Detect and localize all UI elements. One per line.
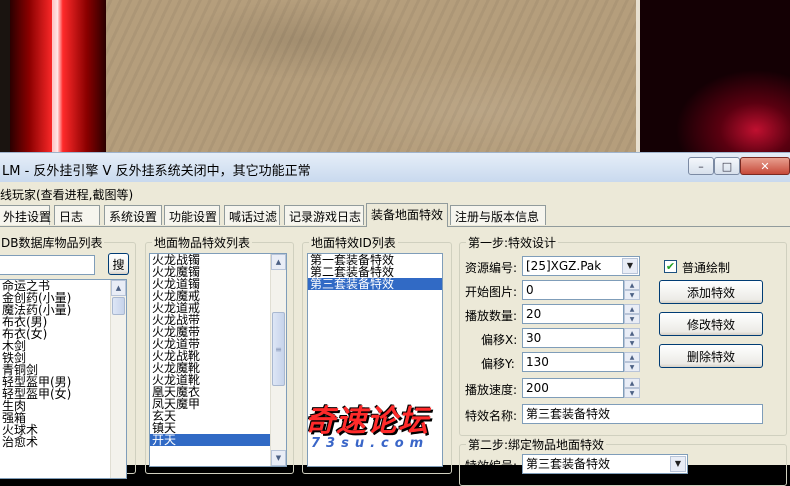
ground-items-group: 地面物品特效列表 火龙战镯 火龙魔镯 火龙道镯 火龙魔戒 火龙道戒 火龙战带 火龙魔带 火龙道… xyxy=(145,234,294,474)
normal-draw-label: 普通绘制 xyxy=(682,261,731,275)
scroll-down-button[interactable]: ▼ xyxy=(271,450,286,466)
step2-group: 第二步:绑定物品地面特效 特效编号: 第三套装备特效 ▼ xyxy=(459,436,787,486)
tab-game-log[interactable]: 记录游戏日志 xyxy=(284,205,364,225)
maximize-icon: □ xyxy=(721,159,733,173)
db-items-group: DB数据库物品列表 搜 命运之书 金创药(小量) 魔法药(小量) 布衣(男) 布衣(女)… xyxy=(0,234,136,479)
start-image-spinner[interactable]: ▲ ▼ xyxy=(624,280,640,300)
spin-down-icon[interactable]: ▼ xyxy=(624,338,640,348)
spin-down-icon[interactable]: ▼ xyxy=(624,362,640,372)
tab-register-version[interactable]: 注册与版本信息 xyxy=(450,205,546,225)
offset-x-label: 偏移X: xyxy=(481,333,518,347)
title-bar[interactable]: LM - 反外挂引擎 V 反外挂系统关闭中，其它功能正常 – □ ✕ xyxy=(0,152,790,182)
tab-strip: 外挂设置 日志 系统设置 功能设置 喊话过滤 记录游戏日志 装备地面特效 注册与… xyxy=(0,203,790,227)
chevron-down-icon: ▼ xyxy=(674,459,682,468)
fire-pillar-core xyxy=(52,0,58,152)
spin-up-icon[interactable]: ▲ xyxy=(624,378,640,388)
db-search-button[interactable]: 搜 xyxy=(108,253,129,275)
list-item[interactable]: 开天 xyxy=(150,434,286,446)
minimize-icon: – xyxy=(698,159,704,173)
effect-id-value: 第三套装备特效 xyxy=(526,457,611,471)
normal-draw-checkbox[interactable]: ✔ xyxy=(664,260,677,273)
tab-ground-effects[interactable]: 装备地面特效 xyxy=(366,203,448,227)
menu-bar: 线玩家(查看进程,截图等) xyxy=(0,183,790,203)
game-left-shadow xyxy=(0,0,10,152)
start-image-label: 开始图片: xyxy=(465,285,518,299)
watermark-logo: 奇速论坛 73su.com xyxy=(305,396,495,466)
effect-name-field[interactable]: 第三套装备特效 xyxy=(522,404,763,424)
ground-items-title: 地面物品特效列表 xyxy=(152,234,253,251)
offset-y-field[interactable]: 130 xyxy=(522,352,624,372)
chevron-up-icon: ▲ xyxy=(275,258,282,266)
close-button[interactable]: ✕ xyxy=(740,157,790,175)
resource-select[interactable]: [25]XGZ.Pak ▼ xyxy=(522,256,640,276)
effect-id-dropdown-button[interactable]: ▼ xyxy=(670,456,686,472)
grip-icon: ≡ xyxy=(275,344,282,354)
close-icon: ✕ xyxy=(760,159,770,173)
offset-y-spinner[interactable]: ▲ ▼ xyxy=(624,352,640,372)
spin-down-icon[interactable]: ▼ xyxy=(624,388,640,398)
minimize-button[interactable]: – xyxy=(688,157,714,175)
game-right-edge xyxy=(636,0,640,152)
game-right-glow xyxy=(636,0,790,152)
scroll-thumb[interactable] xyxy=(112,297,125,315)
db-items-scrollbar[interactable]: ▲ xyxy=(110,280,126,478)
offset-y-label: 偏移Y: xyxy=(481,357,515,371)
play-speed-spinner[interactable]: ▲ ▼ xyxy=(624,378,640,398)
ground-items-container: 火龙战镯 火龙魔镯 火龙道镯 火龙魔戒 火龙道戒 火龙战带 火龙魔带 火龙道带 火龙战靴 火龙魔靴… xyxy=(150,254,286,446)
play-count-spinner[interactable]: ▲ ▼ xyxy=(624,304,640,324)
ground-items-list[interactable]: 火龙战镯 火龙魔镯 火龙道镯 火龙魔戒 火龙道戒 火龙战带 火龙魔带 火龙道带 火龙战靴 火龙魔靴… xyxy=(149,253,287,467)
tab-system-settings[interactable]: 系统设置 xyxy=(104,205,162,225)
step1-group: 第一步:特效设计 资源编号: [25]XGZ.Pak ▼ 开始图片: 0 ▲ ▼ … xyxy=(459,234,787,436)
tab-log[interactable]: 日志 xyxy=(54,205,100,225)
offset-x-field[interactable]: 30 xyxy=(522,328,624,348)
game-scene xyxy=(0,0,790,152)
spin-up-icon[interactable]: ▲ xyxy=(624,304,640,314)
checkmark-icon: ✔ xyxy=(665,260,676,273)
menu-item-online-players[interactable]: 线玩家(查看进程,截图等) xyxy=(0,186,133,203)
chevron-down-icon: ▼ xyxy=(626,261,634,270)
spin-up-icon[interactable]: ▲ xyxy=(624,352,640,362)
db-items-list[interactable]: 命运之书 金创药(小量) 魔法药(小量) 布衣(男) 布衣(女) 木剑 铁剑 青铜剑 轻型盔甲(… xyxy=(0,279,127,479)
offset-x-spinner[interactable]: ▲ ▼ xyxy=(624,328,640,348)
tab-chat-filter[interactable]: 喊话过滤 xyxy=(224,205,280,225)
spin-up-icon[interactable]: ▲ xyxy=(624,328,640,338)
resource-label: 资源编号: xyxy=(465,261,518,275)
edit-effect-button[interactable]: 修改特效 xyxy=(659,312,763,336)
scroll-up-button[interactable]: ▲ xyxy=(111,280,126,296)
play-count-field[interactable]: 20 xyxy=(522,304,624,324)
maximize-button[interactable]: □ xyxy=(714,157,740,175)
spin-up-icon[interactable]: ▲ xyxy=(624,280,640,290)
tab-function-settings[interactable]: 功能设置 xyxy=(164,205,220,225)
play-speed-field[interactable]: 200 xyxy=(522,378,624,398)
watermark-main-text: 奇速论坛 xyxy=(305,404,429,439)
chevron-up-icon: ▲ xyxy=(115,284,122,292)
play-count-label: 播放数量: xyxy=(465,309,518,323)
step1-title: 第一步:特效设计 xyxy=(466,234,559,251)
tab-cheat-settings[interactable]: 外挂设置 xyxy=(0,205,51,225)
watermark-sub-text: 73su.com xyxy=(311,436,430,451)
effect-id-select[interactable]: 第三套装备特效 ▼ xyxy=(522,454,688,474)
add-effect-button[interactable]: 添加特效 xyxy=(659,280,763,304)
spin-down-icon[interactable]: ▼ xyxy=(624,314,640,324)
resource-dropdown-button[interactable]: ▼ xyxy=(622,258,638,274)
delete-effect-button[interactable]: 删除特效 xyxy=(659,344,763,368)
ground-items-scrollbar[interactable]: ▲ ≡ ▼ xyxy=(270,254,286,466)
start-image-field[interactable]: 0 xyxy=(522,280,624,300)
fire-pillar-effect xyxy=(10,0,106,152)
effect-ids-title: 地面特效ID列表 xyxy=(309,234,398,251)
db-items-title: DB数据库物品列表 xyxy=(0,234,105,251)
scroll-thumb[interactable]: ≡ xyxy=(272,312,285,386)
list-item[interactable]: 治愈术 xyxy=(0,436,126,448)
db-items-container: 命运之书 金创药(小量) 魔法药(小量) 布衣(男) 布衣(女) 木剑 铁剑 青铜剑 轻型盔甲(… xyxy=(0,280,126,448)
effect-ids-container: 第一套装备特效 第二套装备特效 第三套装备特效 xyxy=(308,254,442,290)
resource-value: [25]XGZ.Pak xyxy=(526,259,602,273)
scroll-up-button[interactable]: ▲ xyxy=(271,254,286,270)
window-title: LM - 反外挂引擎 V 反外挂系统关闭中，其它功能正常 xyxy=(2,164,311,179)
db-search-input[interactable] xyxy=(0,255,95,275)
spin-down-icon[interactable]: ▼ xyxy=(624,290,640,300)
chevron-down-icon: ▼ xyxy=(275,454,282,462)
list-item[interactable]: 第三套装备特效 xyxy=(308,278,442,290)
